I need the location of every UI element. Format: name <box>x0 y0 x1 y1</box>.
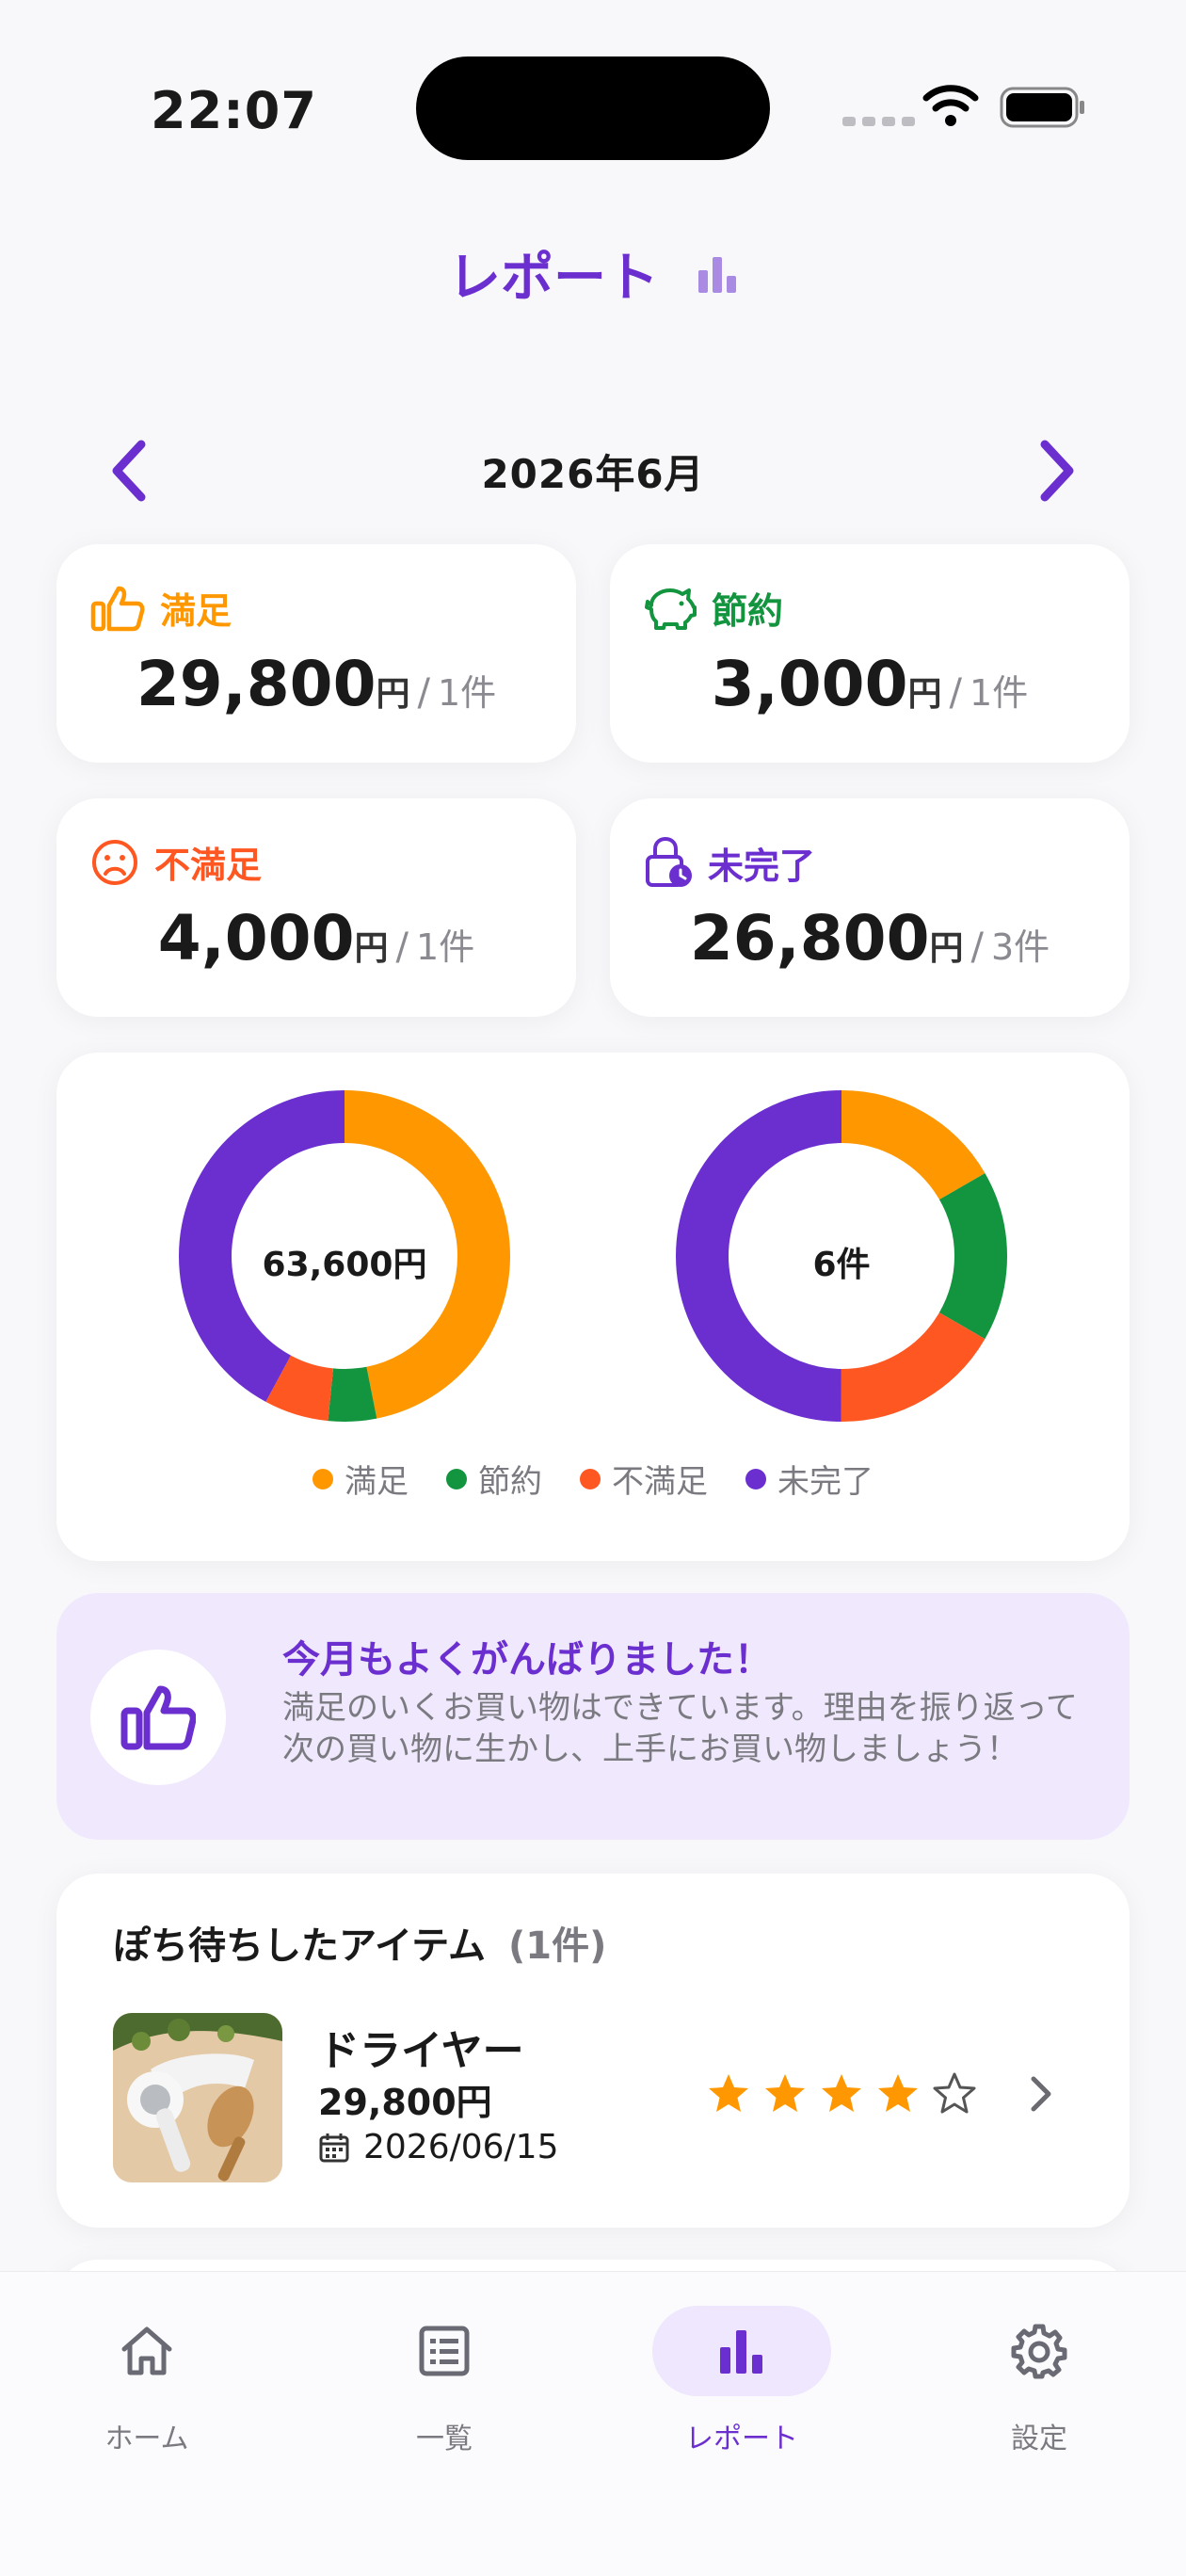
stat-label: 満足 <box>160 590 232 632</box>
legend-label: 不満足 <box>612 1463 708 1501</box>
page-header: レポート <box>0 235 1186 312</box>
next-month-button[interactable] <box>1028 433 1084 508</box>
stat-count: 1件 <box>438 672 497 714</box>
chart-legend: 満足 節約 不満足 未完了 <box>56 1456 1130 1502</box>
star-filled-icon <box>709 2074 748 2112</box>
star-filled-icon <box>765 2074 805 2112</box>
stat-count: 1件 <box>970 672 1029 714</box>
star-filled-icon <box>822 2074 861 2112</box>
stat-unit: 円 <box>907 675 942 714</box>
item-date: 2026/06/15 <box>318 2128 559 2166</box>
hair-dryer-image <box>113 2013 282 2182</box>
tab-label: レポート <box>685 2423 798 2455</box>
stat-count: 1件 <box>416 926 475 968</box>
star-filled-icon <box>878 2074 918 2112</box>
legend-item: 不満足 <box>580 1456 708 1502</box>
legend-item: 満足 <box>313 1456 409 1502</box>
thumbs-up-icon <box>120 1685 196 1750</box>
lock-clock-icon <box>646 836 692 887</box>
items-section-title: ぽち待ちしたアイテム (1件) <box>113 1915 606 1970</box>
item-price: 29,800円 <box>318 2082 492 2123</box>
items-count: (1件) <box>508 1924 607 1968</box>
wifi-icon <box>922 85 979 126</box>
star-empty-icon <box>933 2072 976 2114</box>
waited-items-card: ぽち待ちしたアイテム (1件) ドライヤー 29,800円 2026/06/15 <box>56 1874 1130 2228</box>
stat-label: 不満足 <box>154 845 263 886</box>
legend-label: 満足 <box>345 1463 409 1501</box>
legend-label: 節約 <box>478 1463 542 1501</box>
stat-card-satisfied[interactable]: 満足 29,800円/1件 <box>56 544 576 763</box>
status-time: 22:07 <box>151 81 317 140</box>
item-thumbnail <box>113 2013 282 2182</box>
stat-amount: 3,000 <box>711 648 908 720</box>
legend-item: 未完了 <box>745 1456 873 1502</box>
tab-home[interactable]: ホーム <box>53 2306 241 2456</box>
page-title: レポート <box>448 248 659 309</box>
stat-sep: / <box>417 671 430 715</box>
tab-label: 設定 <box>1011 2423 1067 2455</box>
sad-face-icon <box>92 839 137 885</box>
stat-amount: 26,800 <box>689 902 930 974</box>
signal-icon <box>842 117 915 126</box>
stat-card-saving[interactable]: 節約 3,000円/1件 <box>610 544 1130 763</box>
legend-swatch <box>580 1468 601 1489</box>
tab-bar: ホーム 一覧 レポート 設定 <box>0 2271 1186 2576</box>
tab-list[interactable]: 一覧 <box>350 2306 538 2456</box>
stat-unit: 円 <box>376 675 410 714</box>
gear-icon <box>1011 2324 1067 2379</box>
legend-swatch <box>745 1468 766 1489</box>
stat-label: 節約 <box>712 590 784 632</box>
tab-label: 一覧 <box>416 2423 473 2455</box>
stat-unit: 円 <box>929 929 964 968</box>
stat-count: 3件 <box>991 926 1050 968</box>
stat-amount: 4,000 <box>157 902 355 974</box>
chevron-right-icon[interactable] <box>1026 2073 1054 2115</box>
stat-unit: 円 <box>354 929 389 968</box>
calendar-icon <box>319 2133 349 2162</box>
stat-card-pending[interactable]: 未完了 26,800円/3件 <box>610 798 1130 1017</box>
tab-label: ホーム <box>104 2423 189 2455</box>
message-title: 今月もよくがんばりました！ <box>282 1638 772 1682</box>
tab-report[interactable]: レポート <box>648 2306 836 2456</box>
stat-sep: / <box>395 926 409 969</box>
item-date-text: 2026/06/15 <box>363 2128 559 2166</box>
home-icon <box>121 2326 172 2375</box>
legend-label: 未完了 <box>777 1463 873 1501</box>
tab-settings[interactable]: 設定 <box>945 2306 1133 2456</box>
count-total-label: 6件 <box>812 1246 871 1284</box>
bar-chart-icon <box>698 256 736 293</box>
encouragement-card: 今月もよくがんばりました！ 満足のいくお買い物はできています。理由を振り返って次… <box>56 1593 1130 1840</box>
items-title: ぽち待ちしたアイテム <box>113 1924 486 1968</box>
stat-amount: 29,800 <box>136 648 377 720</box>
stat-label: 未完了 <box>708 845 816 887</box>
dynamic-island <box>416 56 770 160</box>
stat-sep: / <box>949 671 963 715</box>
month-label: 2026年6月 <box>481 451 705 497</box>
item-rating <box>706 2071 977 2117</box>
chart-card: 63,600円 6件 満足 節約 不満足 未完了 <box>56 1053 1130 1561</box>
thumbs-up-badge <box>90 1650 226 1785</box>
battery-icon <box>1000 87 1084 128</box>
legend-item: 節約 <box>446 1456 542 1502</box>
piggy-bank-icon <box>645 588 697 630</box>
legend-swatch <box>313 1468 333 1489</box>
message-body: 満足のいくお買い物はできています。理由を振り返って次の買い物に生かし、上手にお買… <box>282 1689 1078 1768</box>
amount-total-label: 63,600円 <box>262 1246 427 1284</box>
list-icon <box>419 2326 470 2376</box>
stat-sep: / <box>970 926 984 969</box>
legend-swatch <box>446 1468 467 1489</box>
stat-card-unsatisfied[interactable]: 不満足 4,000円/1件 <box>56 798 576 1017</box>
thumbs-up-icon <box>90 586 145 631</box>
item-name: ドライヤー <box>318 2027 524 2075</box>
bar-chart-icon <box>720 2330 762 2374</box>
